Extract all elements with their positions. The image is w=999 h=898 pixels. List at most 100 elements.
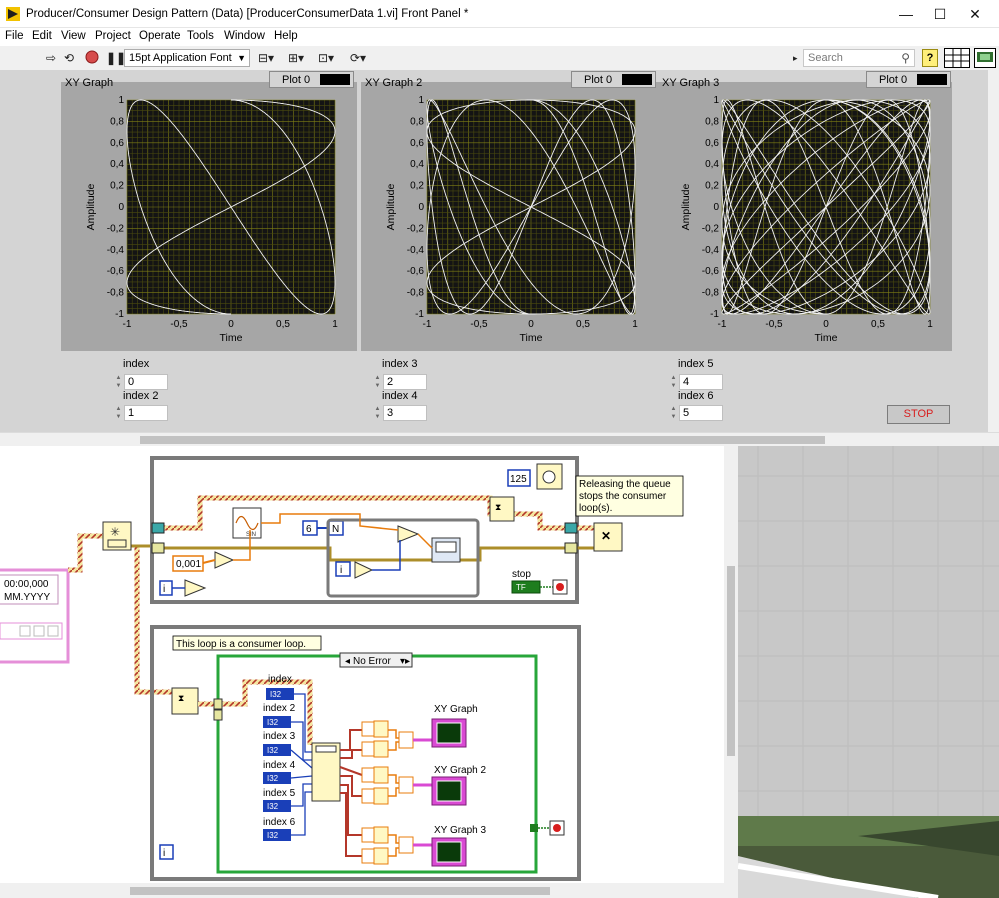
run-continuously-icon[interactable]: ⟲ bbox=[64, 50, 74, 66]
window-title: Producer/Consumer Design Pattern (Data) … bbox=[26, 8, 469, 20]
equal-zero-node[interactable] bbox=[184, 579, 207, 597]
menu-tools[interactable]: Tools bbox=[187, 30, 214, 42]
multiply-node[interactable] bbox=[214, 551, 235, 569]
context-help-button[interactable]: ? bbox=[922, 49, 938, 67]
font-select[interactable]: 15pt Application Font ▼ bbox=[124, 49, 250, 67]
y-tick-label: 0 bbox=[418, 202, 424, 213]
timestamp-text: 00:00,000 bbox=[4, 579, 49, 590]
vi-icon[interactable] bbox=[974, 48, 996, 68]
y-tick-label: 0 bbox=[713, 202, 719, 213]
svg-text:loop(s).: loop(s). bbox=[579, 503, 612, 514]
svg-text:No Error: No Error bbox=[353, 656, 391, 667]
align-objects-icon[interactable]: ⊟▾ bbox=[258, 50, 274, 66]
x-tick-label: -0,5 bbox=[170, 319, 188, 330]
svg-text:Releasing the queue: Releasing the queue bbox=[579, 479, 671, 490]
y-axis-label: Amplitude bbox=[85, 184, 97, 231]
menu-project[interactable]: Project bbox=[95, 30, 131, 42]
svg-text:▾▸: ▾▸ bbox=[400, 656, 410, 667]
run-arrow-icon[interactable]: ⇨ bbox=[46, 50, 56, 66]
index-5-label: index 5 bbox=[678, 358, 714, 370]
y-tick-label: 0,2 bbox=[410, 181, 424, 192]
y-tick-label: 0,4 bbox=[410, 159, 424, 170]
svg-text:⧗: ⧗ bbox=[495, 502, 501, 512]
search-arrow-icon[interactable]: ▸ bbox=[793, 50, 798, 66]
resize-objects-icon[interactable]: ⊡▾ bbox=[318, 50, 334, 66]
menu-edit[interactable]: Edit bbox=[32, 30, 52, 42]
block-diagram-horizontal-scrollbar[interactable] bbox=[0, 883, 738, 898]
svg-text:index 4: index 4 bbox=[263, 760, 296, 771]
svg-text:This loop is a consumer loop.: This loop is a consumer loop. bbox=[176, 639, 306, 650]
y-tick-label: 0,6 bbox=[705, 138, 719, 149]
menu-window[interactable]: Window bbox=[224, 30, 265, 42]
obtain-queue-node[interactable]: ✳ bbox=[102, 521, 132, 551]
xy-graph-2[interactable]: XY Graph 2 Plot 0 1 0,8 0,6 0,4 0,2 0 -0,2 -0,4… bbox=[361, 70, 657, 351]
index-4-control[interactable]: ▲ ▼ 3 bbox=[373, 405, 427, 421]
plot-area: 10,80,60,40,20-0,2-0,4-0,6-0,8-1-1 -0,5 0 0… bbox=[85, 95, 338, 344]
y-tick-label: 0,6 bbox=[110, 138, 124, 149]
index-6-label: index 6 bbox=[678, 390, 714, 402]
block-diagram-vertical-scrollbar[interactable] bbox=[724, 446, 738, 883]
sine-waveform-node[interactable]: SIN bbox=[232, 507, 262, 539]
background-window bbox=[738, 446, 999, 816]
dt-value: 0,001 bbox=[176, 559, 201, 570]
y-axis-label: Amplitude bbox=[385, 184, 397, 231]
index-6-control[interactable]: ▲ ▼ 5 bbox=[669, 405, 723, 421]
svg-text:stops the consumer: stops the consumer bbox=[579, 491, 667, 502]
x-tick-label: 1 bbox=[927, 319, 933, 330]
search-input[interactable]: Search ⚲ bbox=[803, 49, 915, 67]
menu-file[interactable]: File bbox=[5, 30, 24, 42]
consumer-iteration bbox=[159, 844, 174, 860]
y-tick-label: -0,4 bbox=[107, 245, 125, 256]
svg-text:✕: ✕ bbox=[601, 529, 611, 543]
abort-icon[interactable] bbox=[85, 50, 99, 64]
menu-bar: File Edit View Project Operate Tools Win… bbox=[0, 28, 999, 46]
reorder-icon[interactable]: ⟳▾ bbox=[350, 50, 366, 66]
x-tick-label: 0,5 bbox=[576, 319, 590, 330]
connector-pane-icon[interactable] bbox=[944, 48, 970, 68]
y-tick-label: -0,8 bbox=[107, 288, 125, 299]
xy-graph-3[interactable]: XY Graph 3 Plot 0 1 0,8 0,6 0,4 0,2 0 -0,2 -0,4… bbox=[656, 70, 952, 351]
y-tick-label: 0,4 bbox=[110, 159, 124, 170]
front-panel-vertical-scrollbar[interactable] bbox=[988, 70, 999, 432]
stop-terminal-label: stop bbox=[512, 569, 531, 580]
svg-text:I32: I32 bbox=[267, 718, 279, 727]
index-5-control[interactable]: ▲ ▼ 4 bbox=[669, 374, 723, 390]
front-panel-horizontal-scrollbar[interactable] bbox=[0, 432, 999, 446]
increment-node[interactable] bbox=[354, 561, 374, 579]
svg-text:I32: I32 bbox=[267, 774, 279, 783]
svg-text:index: index bbox=[268, 674, 292, 685]
distribute-objects-icon[interactable]: ⊞▾ bbox=[288, 50, 304, 66]
y-tick-label: -0,8 bbox=[407, 288, 425, 299]
toolbar: ⇨ ⟲ ❚❚ 15pt Application Font ▼ ⊟▾ ⊞▾ ⊡▾ ⟳… bbox=[0, 46, 999, 70]
release-queue-inner[interactable] bbox=[489, 496, 515, 522]
svg-text:◂: ◂ bbox=[345, 656, 350, 667]
y-tick-label: -0,6 bbox=[702, 266, 720, 277]
x-tick-label: -0,5 bbox=[765, 319, 783, 330]
graph-terminals: XY Graph XY Graph 2 XY Graph 3 bbox=[431, 704, 487, 867]
svg-text:I32: I32 bbox=[267, 831, 279, 840]
y-tick-label: -0,2 bbox=[107, 223, 125, 234]
x-axis-label: Time bbox=[520, 332, 543, 344]
menu-operate[interactable]: Operate bbox=[139, 30, 181, 42]
svg-text:SIN: SIN bbox=[246, 532, 256, 538]
x-tick-label: 1 bbox=[632, 319, 638, 330]
stop-button[interactable]: STOP bbox=[887, 405, 950, 424]
close-button[interactable]: ✕ bbox=[952, 0, 998, 28]
index-3-control[interactable]: ▲ ▼ 2 bbox=[373, 374, 427, 390]
index-control[interactable]: ▲ ▼ 0 bbox=[114, 374, 168, 390]
svg-text:XY Graph 3: XY Graph 3 bbox=[434, 825, 487, 836]
svg-text:I32: I32 bbox=[267, 802, 279, 811]
x-tick-label: 1 bbox=[332, 319, 338, 330]
date-text: MM.YYYY bbox=[4, 592, 50, 603]
iteration-terminal bbox=[159, 580, 173, 596]
svg-text:index 6: index 6 bbox=[263, 817, 296, 828]
xy-graph[interactable]: XY Graph Plot 0 1 0,8 0,6 0,4 0,2 0 -0,2 -0,4 -0… bbox=[61, 70, 357, 351]
menu-view[interactable]: View bbox=[61, 30, 86, 42]
y-tick-label: -0,6 bbox=[107, 266, 125, 277]
add-node[interactable] bbox=[397, 525, 420, 543]
x-tick-label: 0 bbox=[228, 319, 234, 330]
svg-text:index 2: index 2 bbox=[263, 703, 296, 714]
menu-help[interactable]: Help bbox=[274, 30, 298, 42]
index-2-control[interactable]: ▲ ▼ 1 bbox=[114, 405, 168, 421]
dequeue-node[interactable] bbox=[171, 687, 199, 715]
